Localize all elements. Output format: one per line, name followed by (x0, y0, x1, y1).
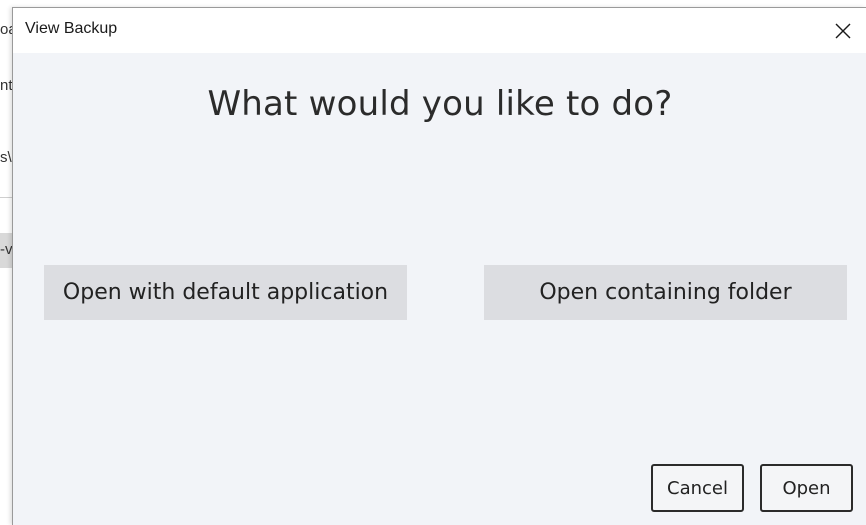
close-button[interactable] (820, 8, 866, 53)
dialog-title: View Backup (25, 20, 118, 37)
open-button[interactable]: Open (760, 464, 853, 512)
background-text-fragment: -v (0, 241, 12, 258)
open-with-default-application-label: Open with default application (62, 280, 389, 305)
screen: oa nt s\ -v View Backup What would you l… (0, 0, 866, 525)
background-text-fragment: oa (0, 21, 12, 38)
cancel-button[interactable]: Cancel (651, 464, 744, 512)
open-containing-folder-label: Open containing folder (539, 280, 792, 305)
open-containing-folder-button[interactable]: Open containing folder (484, 265, 847, 320)
background-text-fragment: nt (0, 77, 12, 94)
dialog-titlebar: View Backup (13, 8, 866, 53)
background-text-fragment: s\ (0, 149, 12, 166)
view-backup-dialog: View Backup What would you like to do? O… (12, 7, 866, 525)
open-with-default-application-button[interactable]: Open with default application (44, 265, 407, 320)
dialog-question: What would you like to do? (207, 84, 673, 124)
cancel-label: Cancel (667, 477, 728, 499)
close-icon (835, 23, 851, 39)
background-separator (0, 197, 12, 198)
open-label: Open (782, 477, 831, 499)
